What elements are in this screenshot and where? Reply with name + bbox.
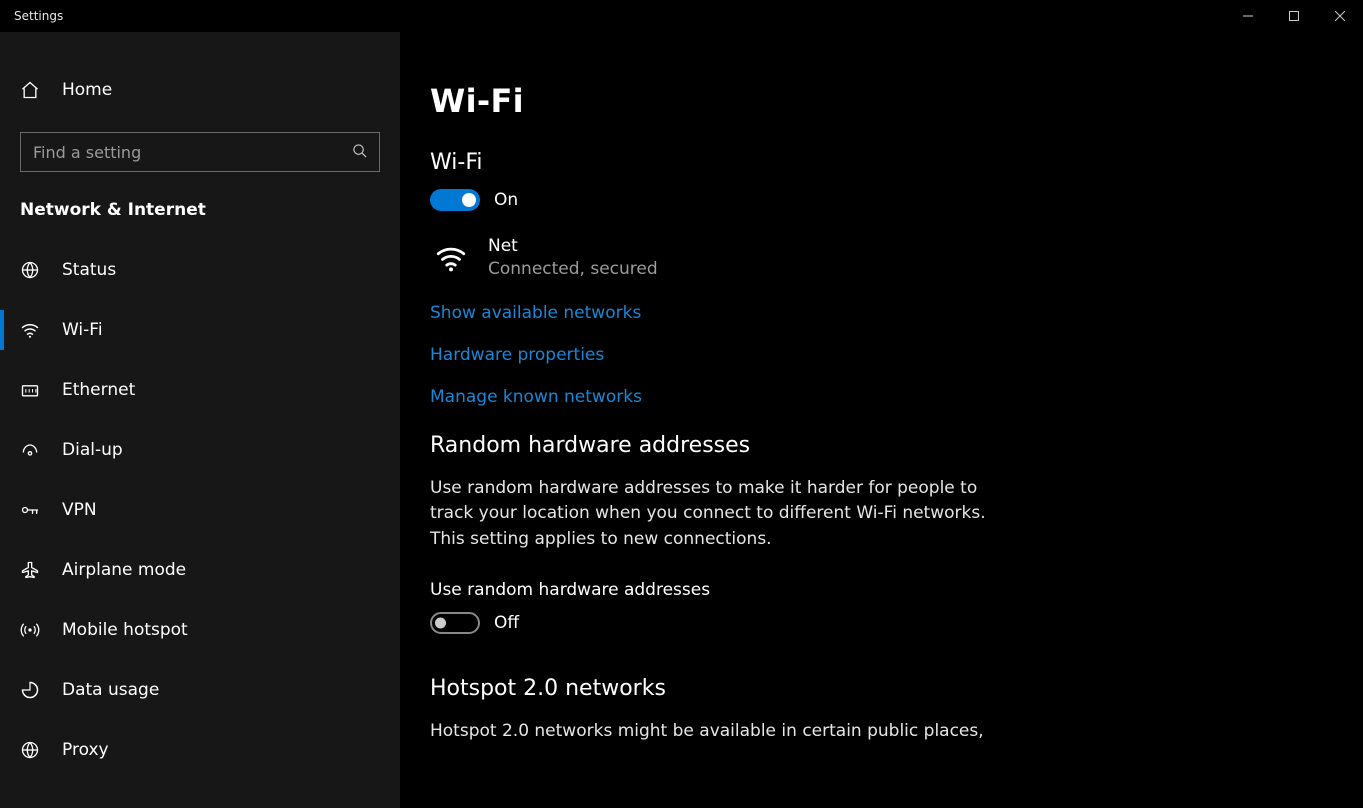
sidebar-item-status[interactable]: Status [0,240,400,300]
ethernet-icon [20,380,40,400]
wifi-toggle-row: On [430,189,1363,211]
network-name: Net [488,235,658,258]
link-hardware-properties[interactable]: Hardware properties [430,345,1363,365]
wifi-icon [20,320,40,340]
random-hw-toggle-label: Off [494,613,519,633]
sidebar-item-label: Airplane mode [62,560,186,580]
random-hw-toggle-row: Off [430,612,1363,634]
search-input[interactable] [33,143,352,162]
random-hw-title: Random hardware addresses [430,433,1363,458]
sidebar-item-hotspot[interactable]: Mobile hotspot [0,600,400,660]
random-hw-field-label: Use random hardware addresses [430,580,1363,600]
vpn-icon [20,500,40,520]
sidebar-section-header: Network & Internet [0,172,400,228]
random-hw-toggle[interactable] [430,612,480,634]
sidebar-item-airplane[interactable]: Airplane mode [0,540,400,600]
proxy-icon [20,740,40,760]
link-manage-known-networks[interactable]: Manage known networks [430,387,1363,407]
minimize-icon [1243,11,1253,21]
sidebar-item-label: VPN [62,500,97,520]
maximize-icon [1289,11,1299,21]
datausage-icon [20,680,40,700]
sidebar-item-label: Dial-up [62,440,123,460]
page-title: Wi-Fi [430,82,1363,120]
search-box[interactable] [20,132,380,172]
hotspot-icon [20,620,40,640]
wifi-toggle[interactable] [430,189,480,211]
sidebar-item-proxy[interactable]: Proxy [0,720,400,780]
sidebar-item-label: Wi-Fi [62,320,103,340]
search-icon [352,143,367,162]
minimize-button[interactable] [1225,0,1271,32]
sidebar-item-label: Status [62,260,116,280]
wifi-signal-icon [434,241,468,275]
sidebar-home-label: Home [62,80,112,100]
titlebar: Settings [0,0,1363,32]
content: Wi-Fi Wi-Fi On Net Connected, secured Sh… [400,32,1363,808]
hotspot20-desc: Hotspot 2.0 networks might be available … [430,719,990,745]
sidebar-item-label: Mobile hotspot [62,620,188,640]
sidebar: Home Network & Internet Status Wi-Fi Ether… [0,32,400,808]
sidebar-item-wifi[interactable]: Wi-Fi [0,300,400,360]
globe-icon [20,260,40,280]
sidebar-item-datausage[interactable]: Data usage [0,660,400,720]
close-icon [1335,11,1345,21]
search-wrap [0,132,400,172]
wifi-toggle-label: On [494,190,518,210]
sidebar-item-label: Ethernet [62,380,135,400]
random-hw-desc: Use random hardware addresses to make it… [430,476,990,553]
dialup-icon [20,440,40,460]
network-status: Connected, secured [488,258,658,281]
window-controls [1225,0,1363,32]
sidebar-item-ethernet[interactable]: Ethernet [0,360,400,420]
home-icon [20,80,40,100]
sidebar-list: Status Wi-Fi Ethernet Dial-up VPN Airplane mo… [0,240,400,780]
close-button[interactable] [1317,0,1363,32]
sidebar-item-dialup[interactable]: Dial-up [0,420,400,480]
hotspot20-title: Hotspot 2.0 networks [430,676,1363,701]
maximize-button[interactable] [1271,0,1317,32]
link-show-available-networks[interactable]: Show available networks [430,303,1363,323]
window-title: Settings [0,9,63,23]
wifi-heading: Wi-Fi [430,150,1363,175]
airplane-icon [20,560,40,580]
sidebar-item-label: Data usage [62,680,159,700]
sidebar-item-vpn[interactable]: VPN [0,480,400,540]
sidebar-item-label: Proxy [62,740,109,760]
current-network[interactable]: Net Connected, secured [434,235,1363,281]
sidebar-item-home[interactable]: Home [0,60,400,120]
